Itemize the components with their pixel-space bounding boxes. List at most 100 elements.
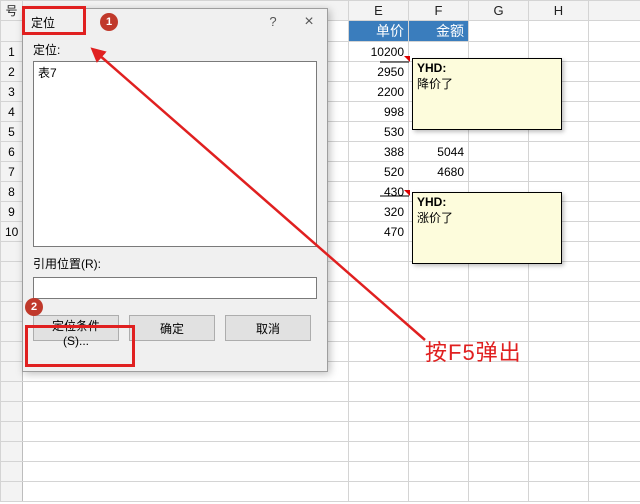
cell[interactable] xyxy=(589,202,640,222)
row-header[interactable] xyxy=(1,302,23,322)
row-header[interactable] xyxy=(1,242,23,262)
cell[interactable] xyxy=(349,362,409,382)
cell[interactable] xyxy=(349,482,409,502)
cell[interactable] xyxy=(529,21,589,42)
cell[interactable] xyxy=(529,262,589,282)
cell[interactable] xyxy=(529,142,589,162)
header-price[interactable]: 单价 xyxy=(349,21,409,42)
reference-input[interactable] xyxy=(33,277,317,299)
cell-price[interactable]: 388 xyxy=(349,142,409,162)
cell[interactable] xyxy=(589,262,640,282)
cell[interactable] xyxy=(349,422,409,442)
cell-price[interactable]: 320 xyxy=(349,202,409,222)
cell-price[interactable]: 530 xyxy=(349,122,409,142)
cell[interactable] xyxy=(529,442,589,462)
cell[interactable] xyxy=(529,302,589,322)
cell[interactable] xyxy=(349,242,409,262)
cell[interactable] xyxy=(469,21,529,42)
cell[interactable] xyxy=(469,482,529,502)
cell[interactable] xyxy=(349,382,409,402)
cell[interactable] xyxy=(469,302,529,322)
cell[interactable] xyxy=(589,342,640,362)
cell-amount[interactable]: 5044 xyxy=(409,142,469,162)
cell[interactable] xyxy=(589,462,640,482)
help-button[interactable]: ? xyxy=(255,9,291,35)
cell[interactable] xyxy=(589,282,640,302)
cell[interactable] xyxy=(349,342,409,362)
cell[interactable] xyxy=(589,42,640,62)
cell[interactable] xyxy=(409,302,469,322)
row-header[interactable]: 4 xyxy=(1,102,23,122)
row-header[interactable]: 2 xyxy=(1,62,23,82)
cell[interactable] xyxy=(589,62,640,82)
row-header[interactable] xyxy=(1,282,23,302)
cell[interactable] xyxy=(469,402,529,422)
cell[interactable] xyxy=(529,322,589,342)
cell-price[interactable]: 520 xyxy=(349,162,409,182)
cell[interactable] xyxy=(349,282,409,302)
col-header-F[interactable]: F xyxy=(409,1,469,21)
cell[interactable] xyxy=(529,462,589,482)
cell[interactable] xyxy=(529,382,589,402)
row-header[interactable] xyxy=(1,262,23,282)
row-header[interactable] xyxy=(1,442,23,462)
row-header[interactable]: 9 xyxy=(1,202,23,222)
cell[interactable] xyxy=(589,442,640,462)
cell[interactable] xyxy=(589,222,640,242)
row-header[interactable] xyxy=(1,422,23,442)
cell[interactable] xyxy=(589,402,640,422)
cell[interactable] xyxy=(409,382,469,402)
cell[interactable] xyxy=(589,322,640,342)
row-header[interactable] xyxy=(1,362,23,382)
cell[interactable] xyxy=(529,282,589,302)
cell[interactable] xyxy=(409,282,469,302)
cell[interactable] xyxy=(469,442,529,462)
cell[interactable] xyxy=(469,262,529,282)
cell[interactable] xyxy=(529,422,589,442)
cell-price[interactable]: 998 xyxy=(349,102,409,122)
row-header[interactable]: 1 xyxy=(1,42,23,62)
col-header-extra[interactable] xyxy=(589,1,640,21)
cell[interactable] xyxy=(589,82,640,102)
cell[interactable] xyxy=(589,102,640,122)
cell[interactable] xyxy=(469,422,529,442)
row-header[interactable] xyxy=(1,342,23,362)
row-header[interactable] xyxy=(1,21,23,42)
cell[interactable] xyxy=(409,262,469,282)
cell[interactable] xyxy=(589,242,640,262)
cell[interactable] xyxy=(589,122,640,142)
cell[interactable] xyxy=(589,422,640,442)
cell-price[interactable]: 2950 xyxy=(349,62,409,82)
cell-price[interactable]: 2200 xyxy=(349,82,409,102)
cell[interactable] xyxy=(589,362,640,382)
row-header[interactable]: 6 xyxy=(1,142,23,162)
row-header[interactable] xyxy=(1,482,23,502)
cell[interactable] xyxy=(589,142,640,162)
cell[interactable] xyxy=(529,482,589,502)
col-header-H[interactable]: H xyxy=(529,1,589,21)
row-header[interactable]: 5 xyxy=(1,122,23,142)
cell[interactable] xyxy=(349,302,409,322)
cell[interactable] xyxy=(23,382,349,402)
corner-cell[interactable]: 号 xyxy=(1,1,23,21)
cell[interactable] xyxy=(409,462,469,482)
cell[interactable] xyxy=(589,21,640,42)
close-icon[interactable]: × xyxy=(291,9,327,35)
cell-price[interactable]: 430 xyxy=(349,182,409,202)
row-header[interactable]: 8 xyxy=(1,182,23,202)
cell[interactable] xyxy=(349,442,409,462)
cell[interactable] xyxy=(589,182,640,202)
cell[interactable] xyxy=(349,322,409,342)
special-button[interactable]: 定位条件(S)... xyxy=(33,315,119,341)
cell[interactable] xyxy=(529,162,589,182)
cell[interactable] xyxy=(529,342,589,362)
cell[interactable] xyxy=(23,482,349,502)
cell[interactable] xyxy=(469,282,529,302)
header-amount[interactable]: 金额 xyxy=(409,21,469,42)
col-header-G[interactable]: G xyxy=(469,1,529,21)
cell[interactable] xyxy=(409,482,469,502)
row-header[interactable]: 7 xyxy=(1,162,23,182)
row-header[interactable] xyxy=(1,402,23,422)
cell[interactable] xyxy=(23,422,349,442)
cell[interactable] xyxy=(409,402,469,422)
